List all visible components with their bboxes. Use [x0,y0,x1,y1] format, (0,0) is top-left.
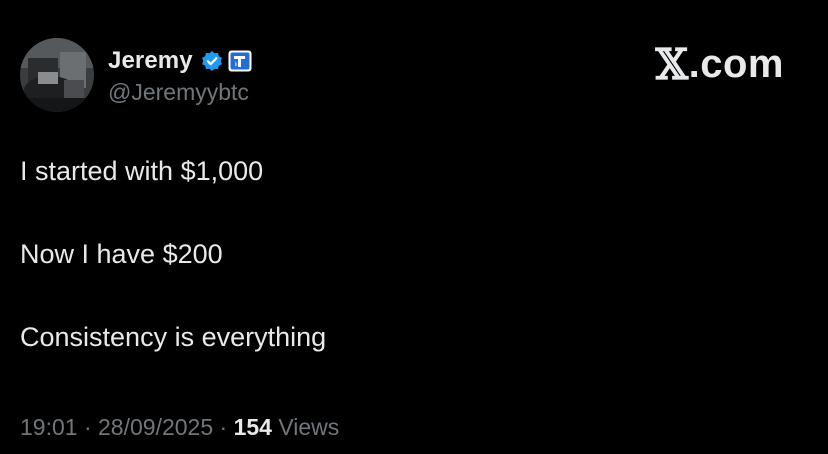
x-logo: 𝕏 .com [656,40,784,89]
tweet-line: Consistency is everything [20,322,327,352]
display-name[interactable]: Jeremy [108,47,193,75]
author-handle[interactable]: @Jeremyybtc [108,79,252,106]
tweet-date[interactable]: 28/09/2025 [98,414,213,440]
author-names: Jeremy @Jeremyybtc [108,45,252,106]
views-label: Views [278,414,340,440]
brand-suffix: .com [688,42,784,86]
meta-separator: · [83,414,92,440]
views-count: 154 [233,414,272,440]
verified-badge-icon [201,50,223,72]
tweet-text: I started with $1,000 Now I have $200 Co… [20,158,326,407]
tweet-line: I started with $1,000 [20,156,264,186]
tweet-meta: 19:01 · 28/09/2025 · 154 Views [20,414,339,441]
tweet-header: Jeremy @Jeremyybtc [20,38,252,112]
avatar[interactable] [20,38,94,112]
name-row: Jeremy [108,45,252,77]
tweet-card: Jeremy @Jeremyybtc 𝕏 .com I started with… [0,0,828,454]
x-logo-icon: 𝕏 [655,40,689,89]
meta-separator: · [219,414,228,440]
tweet-line: Now I have $200 [20,239,223,269]
avatar-photo-icon [20,38,94,112]
tweet-time[interactable]: 19:01 [20,414,78,440]
affiliate-badge-icon[interactable] [228,50,252,72]
